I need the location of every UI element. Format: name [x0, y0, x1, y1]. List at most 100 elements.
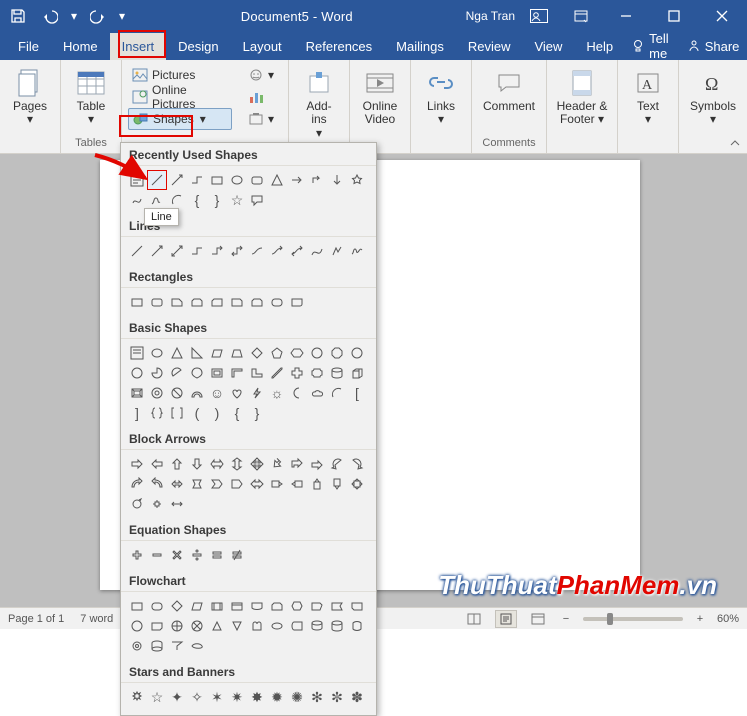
bs-pie[interactable] — [147, 363, 167, 383]
ba-6[interactable] — [227, 454, 247, 474]
freeform-shape-2[interactable] — [327, 241, 347, 261]
ba-5[interactable] — [207, 454, 227, 474]
ribbon-display-options-icon[interactable] — [563, 2, 599, 30]
bs-heptagon[interactable] — [307, 343, 327, 363]
fc-7[interactable] — [247, 596, 267, 616]
ba-24[interactable] — [347, 474, 367, 494]
zoom-thumb[interactable] — [607, 613, 613, 625]
bs-brace-r[interactable]: } — [247, 403, 267, 423]
share-button[interactable]: Share — [681, 35, 746, 58]
fc-24[interactable] — [347, 616, 367, 636]
eq-notequal[interactable] — [227, 545, 247, 565]
fc-8[interactable] — [267, 596, 287, 616]
view-web-layout[interactable] — [527, 610, 549, 628]
bs-rtriangle[interactable] — [187, 343, 207, 363]
tab-review[interactable]: Review — [456, 33, 523, 60]
fc-9[interactable] — [287, 596, 307, 616]
text-button[interactable]: A Text▾ — [624, 64, 672, 128]
tab-help[interactable]: Help — [574, 33, 625, 60]
fc-16[interactable] — [187, 616, 207, 636]
comment-button[interactable]: Comment — [478, 64, 540, 115]
bs-bracket-pair[interactable] — [167, 403, 187, 423]
rect-1[interactable] — [127, 292, 147, 312]
scribble-shape-2[interactable] — [347, 241, 367, 261]
bs-octagon[interactable] — [327, 343, 347, 363]
eq-plus[interactable] — [127, 545, 147, 565]
table-button[interactable]: Table▾ — [67, 64, 115, 128]
freeform-shape[interactable] — [127, 190, 147, 210]
bs-bracket-l[interactable]: [ — [347, 383, 367, 403]
fc-22[interactable] — [307, 616, 327, 636]
fc-25[interactable] — [127, 636, 147, 656]
triangle-shape[interactable] — [267, 170, 287, 190]
bs-donut[interactable] — [147, 383, 167, 403]
bs-plaque[interactable] — [307, 363, 327, 383]
bs-pentagon[interactable] — [267, 343, 287, 363]
ba-7[interactable] — [247, 454, 267, 474]
header-footer-button[interactable]: Header & Footer ▾ — [553, 64, 611, 128]
sb-1[interactable] — [127, 687, 147, 707]
tab-references[interactable]: References — [294, 33, 384, 60]
eq-divide[interactable] — [187, 545, 207, 565]
line-arrow-shape[interactable] — [147, 241, 167, 261]
fc-18[interactable] — [227, 616, 247, 636]
rect-2[interactable] — [147, 292, 167, 312]
undo-icon[interactable] — [36, 2, 64, 30]
ba-26[interactable] — [147, 494, 167, 514]
bs-chord[interactable] — [167, 363, 187, 383]
elbow-connector-shape[interactable] — [187, 241, 207, 261]
sb-6[interactable]: ✷ — [227, 687, 247, 707]
redo-icon[interactable] — [84, 2, 112, 30]
fc-26[interactable] — [147, 636, 167, 656]
bs-cube[interactable] — [347, 363, 367, 383]
fc-10[interactable] — [307, 596, 327, 616]
bs-sun[interactable]: ☼ — [267, 383, 287, 403]
curved-connector-shape[interactable] — [247, 241, 267, 261]
tab-home[interactable]: Home — [51, 33, 110, 60]
zoom-slider[interactable] — [583, 617, 683, 621]
ba-2[interactable] — [147, 454, 167, 474]
ba-13[interactable] — [127, 474, 147, 494]
ba-20[interactable] — [267, 474, 287, 494]
arrow-shape[interactable] — [167, 170, 187, 190]
ba-21[interactable] — [287, 474, 307, 494]
bs-cross[interactable] — [287, 363, 307, 383]
tab-file[interactable]: File — [6, 33, 51, 60]
bs-moon[interactable] — [287, 383, 307, 403]
fc-23[interactable] — [327, 616, 347, 636]
bs-dodecagon[interactable] — [127, 363, 147, 383]
line-shape[interactable] — [147, 170, 167, 190]
bs-arc[interactable] — [327, 383, 347, 403]
ba-9[interactable] — [287, 454, 307, 474]
rect-4[interactable] — [187, 292, 207, 312]
undo-dropdown-icon[interactable]: ▾ — [68, 2, 80, 30]
qat-customize-icon[interactable]: ▾ — [116, 2, 128, 30]
fc-1[interactable] — [127, 596, 147, 616]
ba-8[interactable] — [267, 454, 287, 474]
arrow-right-shape[interactable] — [287, 170, 307, 190]
bs-hexagon[interactable] — [287, 343, 307, 363]
tab-insert[interactable]: Insert — [110, 33, 167, 60]
sb-12[interactable]: ✽ — [347, 687, 367, 707]
sb-10[interactable]: ✻ — [307, 687, 327, 707]
fc-11[interactable] — [327, 596, 347, 616]
ba-4[interactable] — [187, 454, 207, 474]
sb-8[interactable]: ✹ — [267, 687, 287, 707]
fc-12[interactable] — [347, 596, 367, 616]
sb-4[interactable]: ✧ — [187, 687, 207, 707]
collapse-ribbon-icon[interactable] — [729, 137, 741, 149]
line-shape-2[interactable] — [127, 241, 147, 261]
bs-trapezoid[interactable] — [227, 343, 247, 363]
online-pictures-button[interactable]: Online Pictures — [128, 86, 232, 108]
sb-9[interactable]: ✺ — [287, 687, 307, 707]
ba-16[interactable] — [187, 474, 207, 494]
bs-noentry[interactable] — [167, 383, 187, 403]
connector-shape[interactable] — [187, 170, 207, 190]
brace-left-shape[interactable]: { — [187, 190, 207, 210]
rect-9[interactable] — [287, 292, 307, 312]
online-video-button[interactable]: Online Video — [356, 64, 404, 128]
rect-5[interactable] — [207, 292, 227, 312]
ba-18[interactable] — [227, 474, 247, 494]
arrow-turn-shape[interactable] — [307, 170, 327, 190]
sb-3[interactable]: ✦ — [167, 687, 187, 707]
